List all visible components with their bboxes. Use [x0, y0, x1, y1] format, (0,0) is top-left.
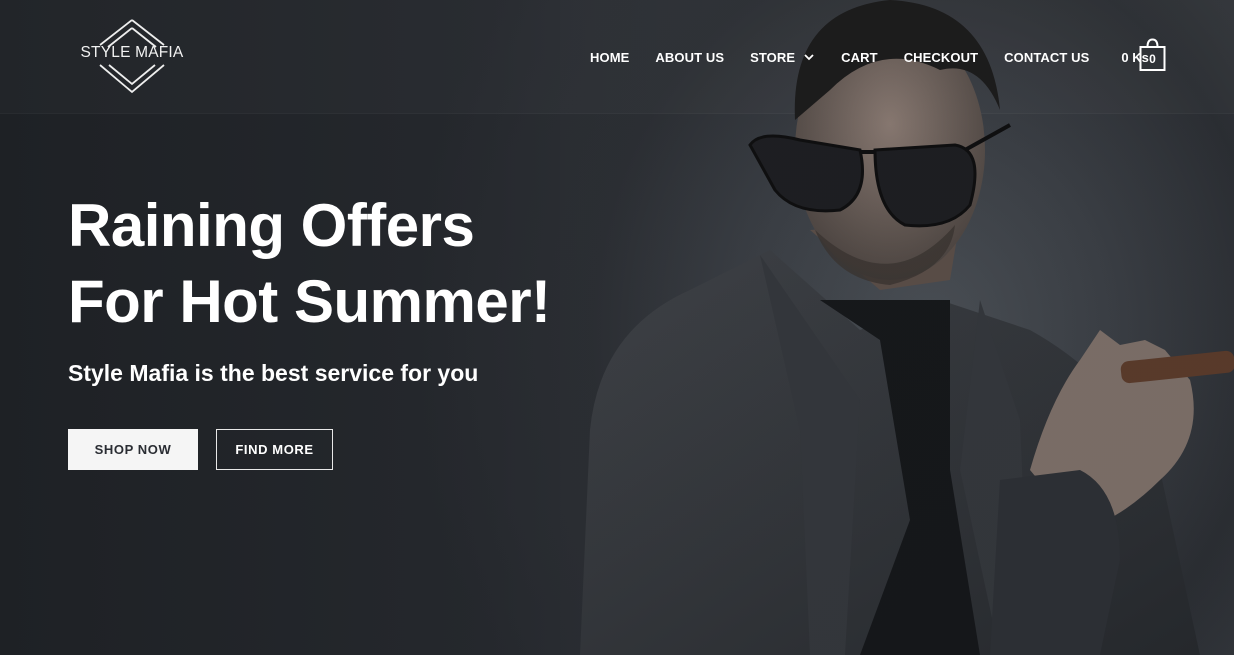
nav-checkout-label: CHECKOUT: [903, 49, 979, 65]
nav-checkout[interactable]: CHECKOUT: [904, 50, 978, 65]
hero-headline: Raining Offers For Hot Summer!: [68, 188, 588, 340]
nav-cart-label: CART: [841, 49, 878, 65]
hero-model-image: [560, 0, 1234, 655]
brand-logo[interactable]: STYLE MAFIA: [76, 17, 188, 95]
nav-home-label: HOME: [590, 49, 630, 65]
nav-store[interactable]: STORE: [750, 50, 815, 65]
nav-contact-us[interactable]: CONTACT US: [1004, 50, 1089, 65]
nav-cart[interactable]: CART: [841, 50, 878, 65]
shop-now-button[interactable]: SHOP NOW: [68, 429, 198, 470]
hero-headline-line-1: Raining Offers: [68, 192, 475, 259]
nav-contact-us-label: CONTACT US: [1004, 49, 1090, 65]
cart-button[interactable]: 0: [1139, 38, 1166, 72]
find-more-button[interactable]: FIND MORE: [216, 429, 333, 470]
logo-text: STYLE MAFIA: [80, 44, 184, 61]
chevron-down-icon: [804, 54, 814, 61]
hero-background: STYLE MAFIA HOME ABOUT US STORE CART CHE…: [0, 0, 1234, 655]
nav-about-us-label: ABOUT US: [655, 49, 725, 65]
nav-home[interactable]: HOME: [590, 50, 629, 65]
nav-about-us[interactable]: ABOUT US: [655, 50, 724, 65]
nav-store-label: STORE: [750, 49, 796, 65]
hero-subheadline: Style Mafia is the best service for you: [68, 360, 479, 386]
main-nav: HOME ABOUT US STORE CART CHECKOUT CONTAC…: [590, 47, 1149, 67]
cart-count-badge: 0: [1149, 52, 1156, 66]
hero-headline-line-2: For Hot Summer!: [68, 268, 551, 335]
